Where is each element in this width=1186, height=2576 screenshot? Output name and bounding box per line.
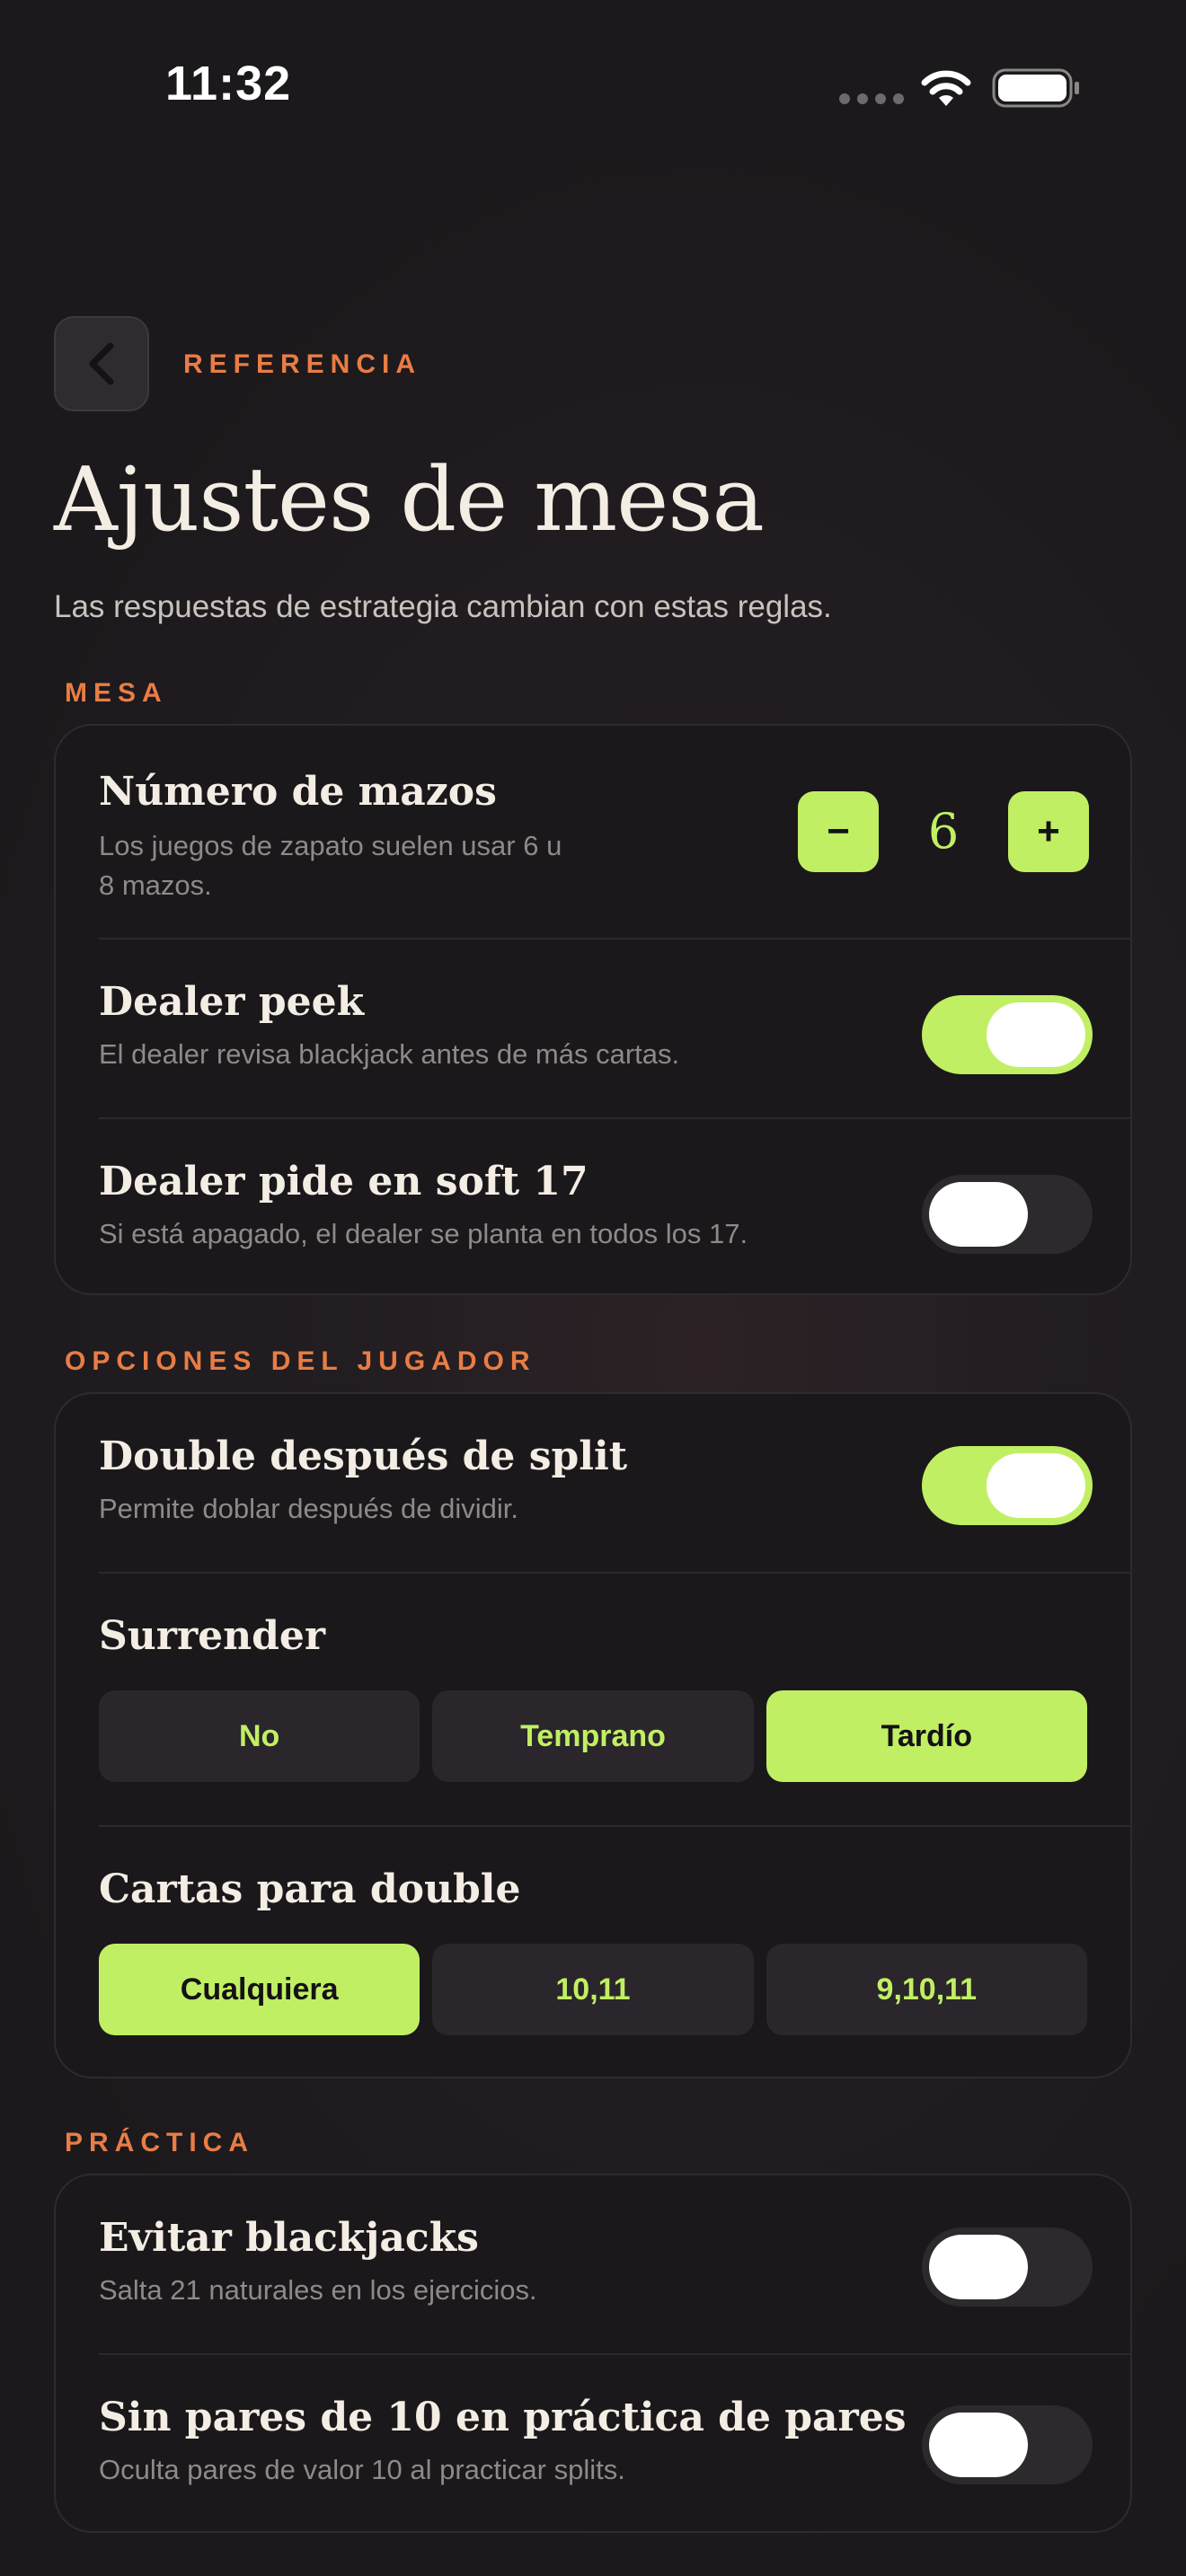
avoid-blackjacks-toggle[interactable] [922,2228,1093,2307]
double-after-split-toggle[interactable] [922,1446,1093,1525]
row-title: Evitar blackjacks [99,2215,479,2261]
row-title: Surrender [99,1613,326,1659]
back-button[interactable] [54,316,149,411]
row-description: Si está apagado, el dealer se planta en … [99,1218,748,1249]
row-title: Double después de split [99,1434,628,1479]
row-title: Dealer peek [99,979,365,1025]
row-avoid-blackjacks: Evitar blackjacks Salta 21 naturales en … [56,2175,1130,2353]
row-title: Cartas para double [99,1866,521,1912]
plus-icon: + [1037,809,1060,853]
row-dealer-peek: Dealer peek El dealer revisa blackjack a… [56,940,1130,1117]
dealer-soft-17-toggle[interactable] [922,1175,1093,1254]
surrender-option-tardio[interactable]: Tardío [766,1690,1087,1782]
section-label-practica: PRÁCTICA [65,2128,254,2157]
row-title: Dealer pide en soft 17 [99,1159,589,1204]
row-surrender: Surrender No Temprano Tardío [56,1574,1130,1825]
battery-icon [992,66,1082,114]
no-ten-pairs-toggle[interactable] [922,2405,1093,2484]
double-option-9-10-11[interactable]: 9,10,11 [766,1944,1087,2035]
row-title: Sin pares de 10 en práctica de pares [99,2395,907,2440]
card-practica: Evitar blackjacks Salta 21 naturales en … [54,2174,1132,2533]
surrender-segmented-control: No Temprano Tardío [99,1690,1087,1782]
status-time: 11:32 [165,57,292,110]
surrender-option-temprano[interactable]: Temprano [432,1690,754,1782]
card-jugador: Double después de split Permite doblar d… [54,1392,1132,2078]
double-option-any[interactable]: Cualquiera [99,1944,420,2035]
increment-button[interactable]: + [1008,791,1089,872]
wifi-icon [918,66,974,114]
surrender-option-no[interactable]: No [99,1690,420,1782]
row-description: El dealer revisa blackjack antes de más … [99,1038,680,1070]
decrement-button[interactable]: − [798,791,879,872]
section-label-jugador: OPCIONES DEL JUGADOR [65,1346,536,1376]
row-double-after-split: Double después de split Permite doblar d… [56,1394,1130,1572]
row-title: Número de mazos [99,769,497,815]
chevron-left-icon [89,342,114,385]
row-decks: Número de mazos Los juegos de zapato sue… [56,726,1130,938]
deck-count-value: 6 [927,803,960,860]
double-option-10-11[interactable]: 10,11 [432,1944,754,2035]
dealer-peek-toggle[interactable] [922,995,1093,1074]
section-eyebrow: REFERENCIA [183,349,422,379]
row-description: Salta 21 naturales en los ejercicios. [99,2274,537,2306]
row-description: Permite doblar después de dividir. [99,1493,518,1524]
page-title: Ajustes de mesa [54,449,765,551]
section-label-mesa: MESA [65,678,168,708]
row-description: Los juegos de zapato suelen usar 6 u 8 m… [99,830,562,901]
card-mesa: Número de mazos Los juegos de zapato sue… [54,724,1132,1295]
double-cards-segmented-control: Cualquiera 10,11 9,10,11 [99,1944,1087,2035]
row-no-ten-pairs: Sin pares de 10 en práctica de pares Ocu… [56,2355,1130,2531]
page-subtitle: Las respuestas de estrategia cambian con… [54,589,832,624]
minus-icon: − [827,809,850,853]
row-description: Oculta pares de valor 10 al practicar sp… [99,2454,625,2485]
cellular-signal-icon [839,93,904,104]
row-dealer-soft-17: Dealer pide en soft 17 Si está apagado, … [56,1119,1130,1293]
row-double-cards: Cartas para double Cualquiera 10,11 9,10… [56,1827,1130,2077]
